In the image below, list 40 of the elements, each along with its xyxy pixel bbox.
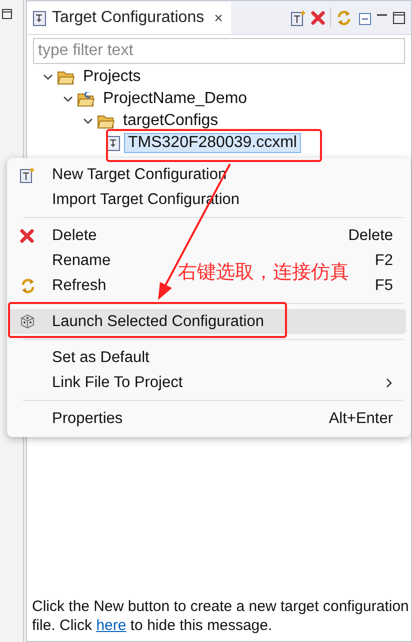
shortcut-text: Delete — [348, 226, 393, 244]
hide-link[interactable]: here — [96, 617, 126, 634]
delete-icon — [20, 228, 34, 242]
chevron-icon[interactable] — [63, 94, 73, 104]
tab-title: Target Configurations — [52, 9, 204, 27]
refresh-icon — [20, 278, 36, 294]
shortcut-text: Alt+Enter — [328, 410, 393, 428]
collapse-icon[interactable] — [357, 11, 371, 25]
tree-item[interactable]: TMS320F280039.ccxml — [124, 133, 301, 153]
maximize-icon[interactable] — [2, 9, 12, 19]
file-icon — [107, 136, 120, 150]
view-tab[interactable]: Target Configurations × — [27, 2, 231, 34]
tree-item[interactable]: targetConfigs — [119, 111, 222, 131]
menu-item[interactable]: Launch Selected Configuration — [52, 312, 264, 330]
delete-icon — [311, 11, 325, 25]
maximize-icon[interactable] — [393, 12, 405, 24]
tree-item[interactable]: ProjectName_Demo — [99, 89, 252, 109]
menu-item[interactable]: Rename — [52, 252, 111, 270]
refresh-icon — [336, 10, 352, 26]
shortcut-text: F2 — [374, 252, 393, 270]
cube-icon — [20, 314, 35, 329]
menu-item[interactable]: Refresh — [52, 276, 106, 294]
file-icon — [33, 10, 46, 26]
folder-icon — [57, 70, 75, 84]
info-message: Click the New button to create a new target configuration file. Click here to hide this message. — [32, 597, 410, 635]
menu-item[interactable]: Properties — [52, 410, 123, 428]
close-icon[interactable]: × — [214, 10, 223, 26]
menu-item[interactable]: Set as Default — [52, 348, 150, 366]
annotation-text: 右键选取，连接仿真 — [178, 260, 349, 285]
tree-item[interactable]: Projects — [79, 67, 145, 87]
new-config-icon — [291, 10, 306, 26]
chevron-icon[interactable] — [43, 72, 53, 82]
folder-icon — [77, 92, 95, 106]
menu-item[interactable]: Link File To Project — [52, 374, 183, 392]
menu-item[interactable]: Delete — [52, 226, 97, 244]
chevron-icon[interactable] — [83, 116, 93, 126]
new-config-icon — [20, 166, 35, 182]
filter-field[interactable]: type filter text — [33, 38, 405, 64]
shortcut-text: F5 — [374, 276, 393, 294]
folder-icon — [97, 114, 115, 128]
